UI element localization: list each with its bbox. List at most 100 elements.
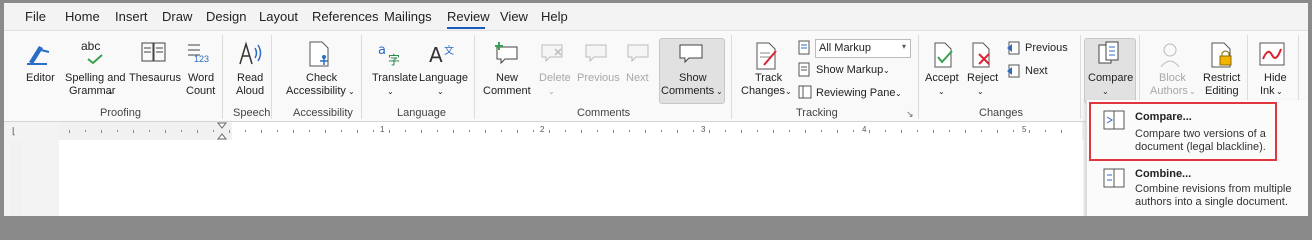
ruler-number: 1: [380, 125, 385, 134]
show-markup-icon: [798, 62, 810, 77]
ruler-tick: [821, 130, 822, 132]
tab-help[interactable]: Help: [541, 9, 568, 24]
separator: [222, 35, 223, 119]
previous-change-icon: [1007, 41, 1020, 55]
next-change-icon: [1007, 64, 1020, 78]
delete-comment-icon: [541, 44, 563, 63]
translate-dropdown-icon[interactable]: ⌄: [387, 85, 394, 98]
tab-file[interactable]: File: [25, 9, 46, 24]
ruler-tick: [869, 130, 870, 133]
track-changes-dropdown-icon[interactable]: ⌄: [785, 85, 792, 98]
restrict-editing-label-2: Editing: [1205, 85, 1239, 97]
horizontal-ruler[interactable]: 1 2 3 4 5: [59, 122, 1084, 140]
spelling-grammar-button[interactable]: Spelling and: [65, 72, 126, 85]
ruler-tick: [629, 130, 630, 132]
block-authors-dropdown-icon[interactable]: ⌄: [1189, 85, 1196, 98]
compare-menu-desc-2: document (legal blackline).: [1135, 141, 1266, 153]
restrict-editing-button[interactable]: Restrict: [1203, 72, 1240, 85]
delete-dropdown-icon[interactable]: ⌄: [548, 85, 555, 98]
ruler-tick: [981, 130, 982, 132]
ruler-tick: [917, 130, 918, 132]
block-authors-button[interactable]: Block: [1159, 72, 1186, 85]
tab-layout[interactable]: Layout: [259, 9, 298, 24]
previous-comment-button[interactable]: Previous: [577, 72, 620, 85]
tab-home[interactable]: Home: [65, 9, 100, 24]
tab-stop-selector-icon[interactable]: ⌊: [12, 126, 16, 137]
ruler-tick: [437, 130, 438, 132]
reject-dropdown-icon[interactable]: ⌄: [977, 85, 984, 98]
reviewing-pane-button[interactable]: Reviewing Pane: [816, 87, 896, 100]
thesaurus-button[interactable]: Thesaurus: [129, 72, 181, 85]
ruler-number: 2: [540, 125, 545, 134]
vertical-ruler: [10, 140, 22, 216]
read-aloud-button[interactable]: Read: [237, 72, 263, 85]
group-tracking: Tracking: [796, 107, 838, 119]
ruler-tick: [757, 130, 758, 132]
ruler-tick: [165, 130, 166, 133]
tab-mailings[interactable]: Mailings: [384, 9, 432, 24]
tab-view[interactable]: View: [500, 9, 528, 24]
track-changes-button[interactable]: Track: [755, 72, 782, 85]
check-accessibility-button[interactable]: Check: [306, 72, 337, 85]
ruler-tick: [149, 130, 150, 132]
ruler-tick: [789, 130, 790, 132]
tab-review[interactable]: Review: [447, 9, 490, 24]
combine-menu-desc-1: Combine revisions from multiple: [1135, 183, 1292, 195]
new-comment-button[interactable]: New: [496, 72, 518, 85]
ruler-number: 4: [862, 125, 867, 134]
ruler-tick: [69, 130, 70, 133]
show-comments-icon: [679, 44, 703, 64]
previous-comment-icon: [585, 44, 607, 63]
ruler-tick: [469, 130, 470, 132]
reviewing-pane-dropdown-icon[interactable]: ⌄: [895, 87, 902, 100]
editor-button[interactable]: Editor: [26, 72, 55, 85]
reject-button[interactable]: Reject: [967, 72, 998, 85]
markup-select[interactable]: All Markup ▾: [815, 39, 911, 58]
show-comments-dropdown-icon[interactable]: ⌄: [716, 85, 723, 98]
new-comment-label-2: Comment: [483, 85, 531, 97]
tab-insert[interactable]: Insert: [115, 9, 148, 24]
ruler-tick: [997, 130, 998, 133]
language-button[interactable]: Language: [419, 72, 468, 85]
spelling-dropdown-icon[interactable]: ⌄: [107, 85, 114, 98]
show-comments-label-2: Comments: [661, 85, 715, 97]
compare-menu-item[interactable]: Compare... Compare two versions of a doc…: [1091, 104, 1273, 157]
tab-draw[interactable]: Draw: [162, 9, 192, 24]
block-authors-label-2: Authors: [1150, 85, 1188, 97]
ruler-number: 3: [701, 125, 706, 134]
translate-button[interactable]: Translate: [372, 72, 417, 85]
word-count-button[interactable]: Word: [188, 72, 214, 85]
accept-button[interactable]: Accept: [925, 72, 959, 85]
accessibility-dropdown-icon[interactable]: ⌄: [348, 85, 355, 98]
accept-icon: [934, 42, 953, 68]
accept-dropdown-icon[interactable]: ⌄: [938, 85, 945, 98]
ruler-tick: [197, 130, 198, 133]
ruler-tick: [1013, 130, 1014, 132]
tracking-dialog-launcher-icon[interactable]: ↘: [906, 108, 914, 121]
ruler-tick: [101, 130, 102, 133]
compare-dropdown-icon[interactable]: ⌄: [1102, 85, 1109, 98]
combine-menu-item[interactable]: Combine... Combine revisions from multip…: [1091, 162, 1305, 212]
tab-references[interactable]: References: [312, 9, 378, 24]
show-markup-button[interactable]: Show Markup: [816, 64, 883, 77]
ruler-tick: [325, 130, 326, 133]
language-icon: A 文: [429, 43, 454, 66]
ruler-tick: [421, 130, 422, 133]
previous-change-button[interactable]: Previous: [1025, 42, 1068, 55]
new-comment-icon: [495, 42, 518, 65]
hide-ink-button[interactable]: Hide: [1264, 72, 1287, 85]
indent-marker-icon[interactable]: [216, 122, 228, 140]
show-markup-dropdown-icon[interactable]: ⌄: [883, 64, 890, 77]
document-page[interactable]: [59, 140, 1084, 216]
language-dropdown-icon[interactable]: ⌄: [437, 85, 444, 98]
ruler-tick: [181, 130, 182, 132]
hide-ink-dropdown-icon[interactable]: ⌄: [1276, 85, 1283, 98]
delete-comment-button[interactable]: Delete: [539, 72, 571, 85]
ruler-tick: [229, 130, 230, 133]
compare-menu-icon: [1103, 110, 1125, 130]
markup-select-chevron-icon: ▾: [901, 42, 906, 51]
tab-design[interactable]: Design: [206, 9, 246, 24]
ruler-tick: [293, 130, 294, 133]
next-change-button[interactable]: Next: [1025, 65, 1048, 78]
next-comment-button[interactable]: Next: [626, 72, 649, 85]
